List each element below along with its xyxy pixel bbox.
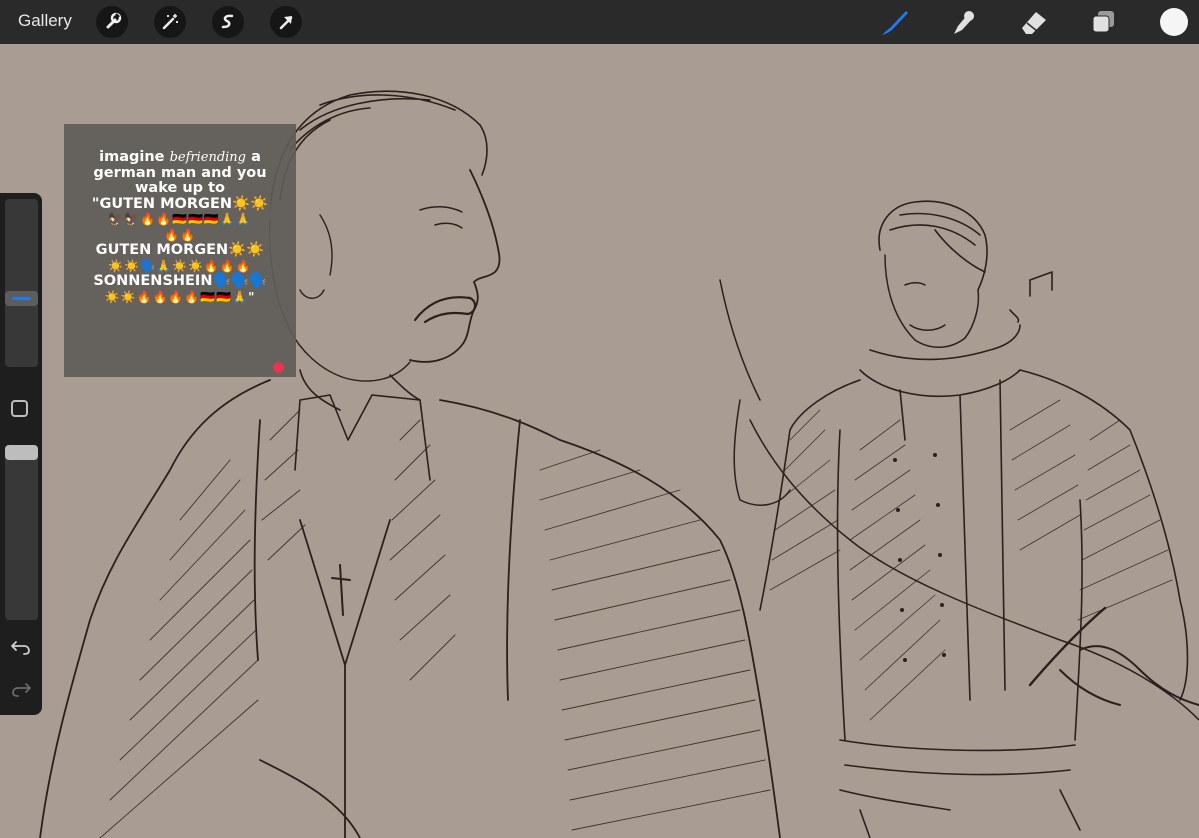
brush-size-indicator: [12, 297, 31, 300]
opacity-thumb[interactable]: [5, 445, 38, 460]
meme-line-4: "GUTEN MORGEN☀️☀️: [91, 195, 269, 212]
right-figure-hatching: [769, 399, 1173, 721]
adjustments-button[interactable]: [154, 6, 186, 38]
wrench-icon: [106, 12, 122, 29]
selection-icon: [221, 14, 234, 29]
square-modify-icon[interactable]: [11, 400, 28, 417]
transform-button[interactable]: [270, 6, 302, 38]
left-figure-hatching: [99, 409, 771, 838]
meme-line-5: 🦅🦅🔥🔥🇩🇪🇩🇪🇩🇪🙏🙏: [108, 212, 252, 226]
meme-line-9: SONNENSHEIN🗣️🗣️🗣️: [93, 273, 267, 289]
meme-line-6: 🔥🔥: [164, 227, 196, 242]
meme-line-10: ☀️☀️🔥🔥🔥🔥🇩🇪🇩🇪🙏": [104, 289, 256, 304]
heart-icon: [273, 362, 284, 373]
right-figure-coat: [759, 369, 1189, 838]
redo-icon[interactable]: [9, 679, 33, 699]
transform-arrow-icon: [279, 16, 293, 30]
left-figure-coat: [39, 379, 781, 838]
music-notes: [1009, 271, 1053, 323]
opacity-slider[interactable]: [5, 445, 38, 620]
right-figure-sword-arm: [719, 279, 1199, 721]
smudge-icon[interactable]: [948, 6, 980, 38]
meme-line-7: GUTEN MORGEN☀️☀️: [95, 242, 265, 258]
meme-line-1: imagine befriending a: [99, 149, 261, 165]
brush-size-thumb[interactable]: [5, 291, 38, 306]
left-figure-moustache: [413, 296, 477, 324]
brush-size-slider[interactable]: [5, 199, 38, 367]
top-toolbar: Gallery: [0, 0, 1199, 44]
brush-icon[interactable]: [878, 6, 910, 38]
left-figure-hair: [269, 90, 488, 211]
meme-line-2: german man and you: [93, 164, 267, 181]
selection-button[interactable]: [212, 6, 244, 38]
coat-buttons: [893, 453, 946, 662]
gallery-button[interactable]: Gallery: [18, 11, 72, 31]
magic-wand-icon: [162, 14, 178, 30]
right-figure-hair: [878, 200, 988, 291]
undo-icon[interactable]: [9, 637, 33, 657]
meme-line-3: wake up to: [135, 180, 225, 196]
left-sidebar: [0, 193, 42, 715]
right-figure-scarf: [859, 324, 1021, 701]
color-picker-button[interactable]: [1160, 8, 1188, 36]
eraser-icon[interactable]: [1018, 6, 1050, 38]
left-figure-face: [409, 169, 501, 363]
meme-text-overlay: imagine befriending a german man and you…: [64, 124, 296, 377]
right-figure-face: [884, 254, 980, 348]
meme-line-8: ☀️☀️🗣️🙏☀️☀️🔥🔥🔥: [108, 258, 252, 273]
layers-icon[interactable]: [1088, 6, 1120, 38]
actions-button[interactable]: [96, 6, 128, 38]
